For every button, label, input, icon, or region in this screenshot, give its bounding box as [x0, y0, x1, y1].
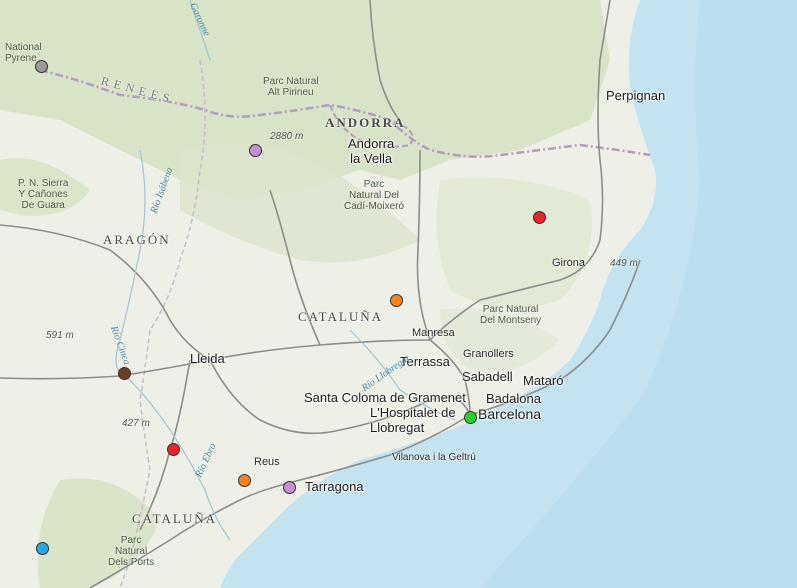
- label-andorra: ANDORRA: [325, 115, 406, 130]
- map-canvas[interactable]: Perpignan ANDORRA Andorra la Vella ARAGÓ…: [0, 0, 797, 588]
- marker-gray[interactable]: [35, 60, 48, 73]
- label-barcelona: Barcelona: [478, 406, 542, 422]
- label-reus: Reus: [254, 456, 280, 468]
- label-girona: Girona: [552, 257, 586, 269]
- marker-green-barcelona[interactable]: [464, 411, 477, 424]
- marker-blue[interactable]: [36, 542, 49, 555]
- label-parc-cadi: Parc Natural Del Cadí-Moixeró: [344, 179, 405, 212]
- label-parc-alt-pirineu: Parc Natural Alt Pirineu: [263, 76, 319, 98]
- marker-brown[interactable]: [118, 367, 131, 380]
- label-elev-2880: 2880 m: [270, 131, 304, 142]
- label-andorra-la-vella: Andorra la Vella: [348, 136, 395, 166]
- label-perpignan: Perpignan: [606, 88, 666, 103]
- label-elev-449: 449 m: [610, 258, 638, 269]
- marker-purple-pyrenees[interactable]: [249, 144, 262, 157]
- label-lleida: Lleida: [190, 351, 225, 366]
- label-parc-ports: Parc Natural Dels Ports: [108, 535, 155, 568]
- label-granollers: Granollers: [463, 348, 514, 360]
- label-aragon: ARAGÓN: [103, 232, 171, 247]
- label-pn-sierra-guara: P. N. Sierra Y Cañones De Guara: [18, 178, 69, 211]
- label-vilanova: Vilanova i la Geltrú: [392, 452, 476, 463]
- label-elev-427: 427 m: [122, 418, 150, 429]
- label-parc-montseny: Parc Natural Del Montseny: [480, 304, 542, 326]
- label-cataluna-north: CATALUÑA: [298, 309, 384, 324]
- marker-purple-tarragona[interactable]: [283, 481, 296, 494]
- label-santa-coloma: Santa Coloma de Gramenet: [304, 390, 466, 405]
- marker-orange-reus[interactable]: [238, 474, 251, 487]
- label-badalona: Badalona: [486, 391, 541, 406]
- label-sabadell: Sabadell: [462, 369, 513, 384]
- marker-red-ebro[interactable]: [167, 443, 180, 456]
- marker-orange-central[interactable]: [390, 294, 403, 307]
- label-tarragona: Tarragona: [305, 479, 364, 494]
- label-mataro: Mataró: [523, 373, 564, 388]
- label-manresa: Manresa: [412, 327, 455, 339]
- label-hospitalet: L'Hospitalet de Llobregat: [370, 405, 456, 435]
- label-elev-591: 591 m: [46, 330, 74, 341]
- label-cataluna-south: CATALUÑA: [132, 511, 218, 526]
- marker-red-girona[interactable]: [533, 211, 546, 224]
